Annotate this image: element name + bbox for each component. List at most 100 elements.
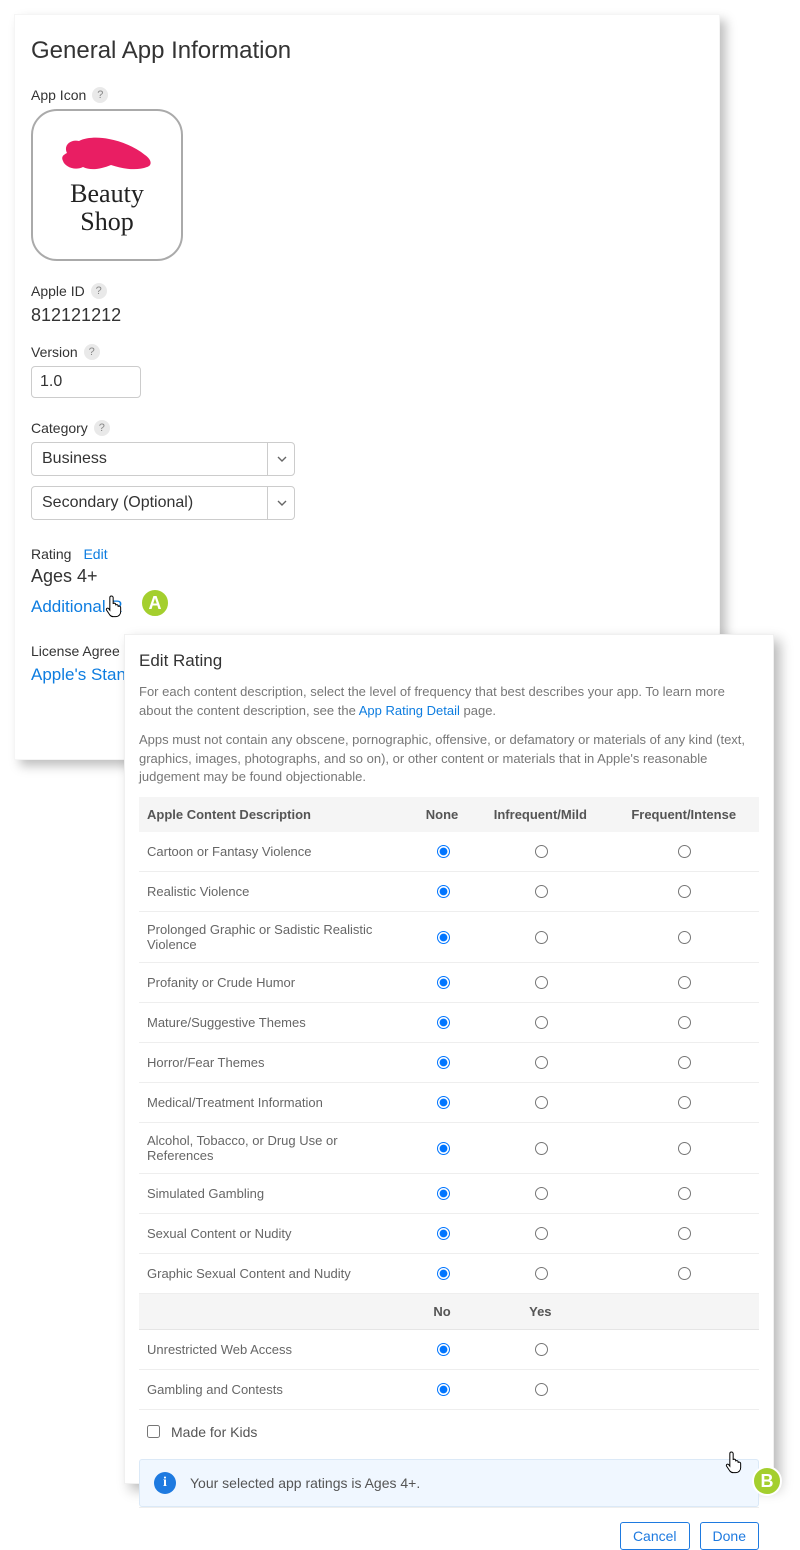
rating-radio[interactable]	[678, 845, 691, 858]
rating-radio[interactable]	[535, 845, 548, 858]
rating-info-text: Your selected app ratings is Ages 4+.	[190, 1475, 420, 1491]
cancel-button[interactable]: Cancel	[620, 1522, 690, 1550]
app-icon-graphic	[57, 135, 157, 179]
apple-id-value: 812121212	[31, 305, 703, 326]
rating-value: Ages 4+	[31, 566, 703, 587]
rating-label: Rating	[31, 546, 71, 562]
row-label: Unrestricted Web Access	[139, 1330, 412, 1370]
row-label: Sexual Content or Nudity	[139, 1214, 412, 1254]
row-label: Profanity or Crude Humor	[139, 963, 412, 1003]
rating-radio[interactable]	[678, 1096, 691, 1109]
additional-link-truncated[interactable]: Additional R	[31, 597, 703, 617]
cursor-hand-icon	[104, 594, 124, 618]
rating-radio[interactable]	[437, 1267, 450, 1280]
table-row: Gambling and Contests	[139, 1370, 759, 1410]
col-yes: Yes	[472, 1294, 608, 1330]
col-description: Apple Content Description	[139, 797, 412, 832]
rating-radio[interactable]	[437, 931, 450, 944]
rating-radio[interactable]	[535, 1056, 548, 1069]
made-for-kids-checkbox[interactable]	[147, 1425, 160, 1438]
category-primary-select[interactable]: Business	[31, 442, 295, 476]
row-label: Alcohol, Tobacco, or Drug Use or Referen…	[139, 1123, 412, 1174]
row-label: Gambling and Contests	[139, 1370, 412, 1410]
made-for-kids-label: Made for Kids	[171, 1424, 257, 1440]
rating-radio[interactable]	[678, 1016, 691, 1029]
app-icon: Beauty Shop	[31, 109, 183, 261]
rating-radio[interactable]	[437, 1096, 450, 1109]
rating-radio[interactable]	[535, 976, 548, 989]
row-label: Prolonged Graphic or Sadistic Realistic …	[139, 912, 412, 963]
edit-rating-link[interactable]: Edit	[83, 546, 107, 562]
rating-radio[interactable]	[437, 1142, 450, 1155]
table-row: Medical/Treatment Information	[139, 1083, 759, 1123]
rating-radio[interactable]	[535, 931, 548, 944]
rating-radio[interactable]	[437, 1016, 450, 1029]
rating-table: Apple Content Description None Infrequen…	[139, 797, 759, 1410]
rating-radio[interactable]	[535, 1096, 548, 1109]
rating-radio[interactable]	[437, 1343, 450, 1356]
row-label: Simulated Gambling	[139, 1174, 412, 1214]
rating-radio[interactable]	[437, 1187, 450, 1200]
rating-radio[interactable]	[535, 1227, 548, 1240]
apple-id-label-row: Apple ID ?	[31, 283, 703, 299]
rating-radio[interactable]	[678, 885, 691, 898]
rating-radio[interactable]	[437, 976, 450, 989]
row-label: Cartoon or Fantasy Violence	[139, 832, 412, 872]
modal-title: Edit Rating	[139, 651, 759, 671]
made-for-kids-row[interactable]: Made for Kids	[139, 1410, 759, 1453]
table-row: Sexual Content or Nudity	[139, 1214, 759, 1254]
info-icon: i	[154, 1472, 176, 1494]
rating-radio[interactable]	[535, 1187, 548, 1200]
help-icon[interactable]: ?	[92, 87, 108, 103]
rating-radio[interactable]	[535, 1383, 548, 1396]
version-input[interactable]	[31, 366, 141, 398]
row-label: Medical/Treatment Information	[139, 1083, 412, 1123]
modal-description-2: Apps must not contain any obscene, porno…	[139, 731, 759, 788]
app-icon-text-line1: Beauty	[70, 181, 144, 207]
version-label-row: Version ?	[31, 344, 703, 360]
table-row: Cartoon or Fantasy Violence	[139, 832, 759, 872]
rating-radio[interactable]	[678, 1142, 691, 1155]
category-secondary-select[interactable]: Secondary (Optional)	[31, 486, 295, 520]
col-intense: Frequent/Intense	[608, 797, 759, 832]
rating-radio[interactable]	[535, 1267, 548, 1280]
rating-radio[interactable]	[437, 1383, 450, 1396]
rating-radio[interactable]	[535, 885, 548, 898]
table-row: Alcohol, Tobacco, or Drug Use or Referen…	[139, 1123, 759, 1174]
rating-radio[interactable]	[678, 1187, 691, 1200]
rating-radio[interactable]	[437, 845, 450, 858]
rating-radio[interactable]	[437, 885, 450, 898]
rating-radio[interactable]	[678, 1267, 691, 1280]
col-mild: Infrequent/Mild	[472, 797, 608, 832]
help-icon[interactable]: ?	[91, 283, 107, 299]
help-icon[interactable]: ?	[84, 344, 100, 360]
row-label: Horror/Fear Themes	[139, 1043, 412, 1083]
rating-info-bar: i Your selected app ratings is Ages 4+.	[139, 1459, 759, 1507]
app-icon-text-line2: Shop	[80, 209, 133, 235]
row-label: Graphic Sexual Content and Nudity	[139, 1254, 412, 1294]
rating-radio[interactable]	[678, 931, 691, 944]
table-row: Graphic Sexual Content and Nudity	[139, 1254, 759, 1294]
table-row: Unrestricted Web Access	[139, 1330, 759, 1370]
row-label: Mature/Suggestive Themes	[139, 1003, 412, 1043]
col-none: None	[412, 797, 472, 832]
category-label: Category	[31, 420, 88, 436]
app-rating-detail-link[interactable]: App Rating Detail	[359, 703, 460, 718]
cursor-hand-icon	[724, 1450, 744, 1474]
rating-radio[interactable]	[678, 976, 691, 989]
rating-radio[interactable]	[535, 1343, 548, 1356]
table-row: Profanity or Crude Humor	[139, 963, 759, 1003]
table-row: Horror/Fear Themes	[139, 1043, 759, 1083]
table-row: Prolonged Graphic or Sadistic Realistic …	[139, 912, 759, 963]
edit-rating-modal: Edit Rating For each content description…	[124, 634, 774, 1484]
rating-radio[interactable]	[678, 1227, 691, 1240]
rating-radio[interactable]	[437, 1056, 450, 1069]
modal-description-1: For each content description, select the…	[139, 683, 759, 721]
rating-radio[interactable]	[437, 1227, 450, 1240]
done-button[interactable]: Done	[700, 1522, 759, 1550]
rating-radio[interactable]	[535, 1142, 548, 1155]
rating-radio[interactable]	[678, 1056, 691, 1069]
rating-radio[interactable]	[535, 1016, 548, 1029]
callout-badge-a: A	[140, 588, 170, 618]
help-icon[interactable]: ?	[94, 420, 110, 436]
